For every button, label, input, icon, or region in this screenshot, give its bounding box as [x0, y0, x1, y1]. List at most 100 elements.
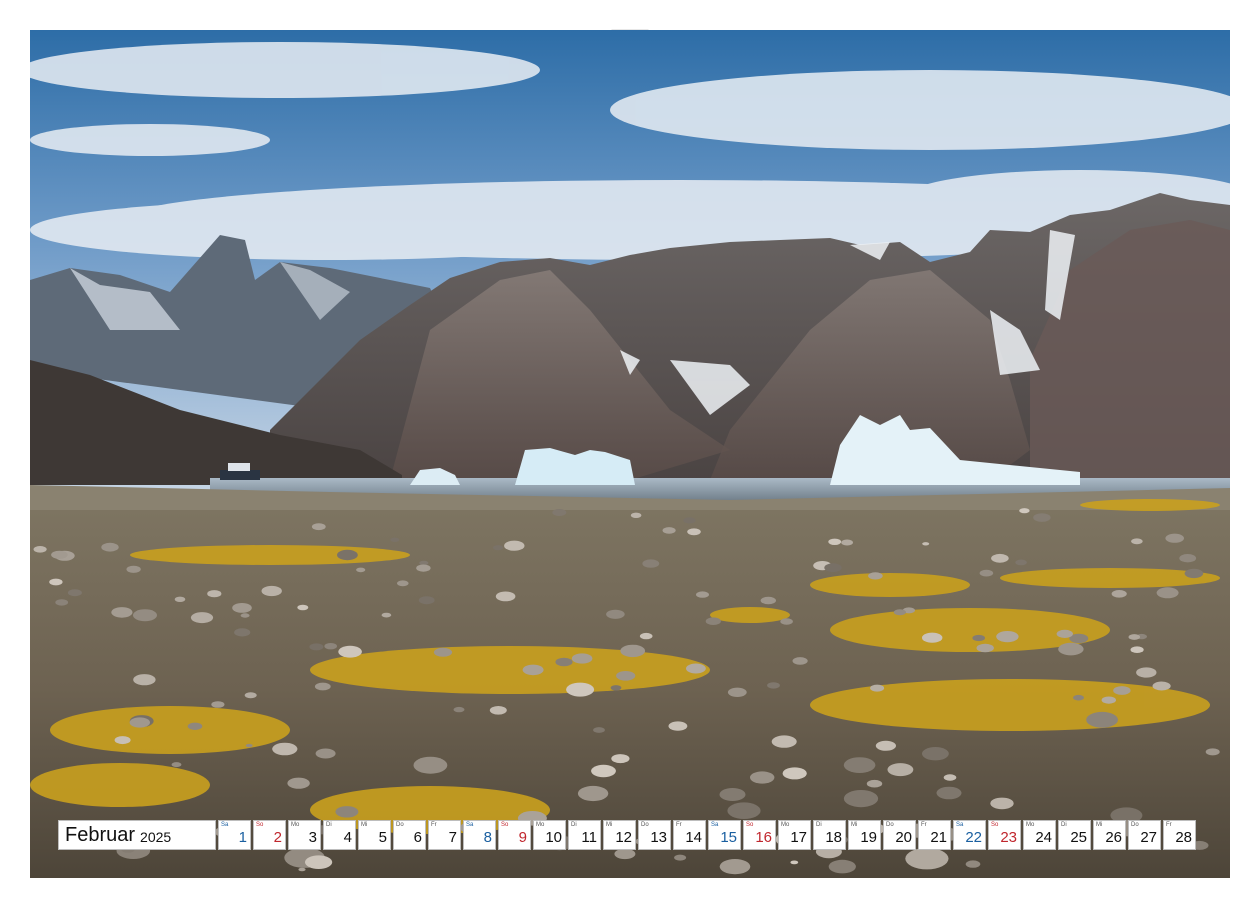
- rock: [114, 736, 131, 745]
- rock: [245, 743, 253, 748]
- rock: [760, 596, 776, 605]
- rock: [1165, 533, 1184, 543]
- rock: [232, 603, 252, 613]
- day-number: 3: [308, 829, 317, 846]
- rock: [616, 671, 636, 681]
- day-number: 26: [1105, 829, 1122, 846]
- day-number: 16: [755, 829, 772, 846]
- month-year: 2025: [140, 829, 172, 845]
- day-number: 20: [895, 829, 912, 846]
- day-number: 11: [581, 829, 597, 846]
- rock: [843, 757, 876, 773]
- rock: [126, 565, 141, 573]
- rock: [719, 859, 751, 875]
- rock: [298, 867, 306, 872]
- day-cell: Mi 5: [358, 820, 391, 850]
- weekday-label: Mi: [606, 822, 613, 828]
- rock: [870, 684, 885, 692]
- rock: [240, 613, 250, 618]
- rock: [1128, 634, 1141, 640]
- rock: [611, 754, 630, 764]
- rock: [642, 559, 660, 568]
- day-cell: Do 6: [393, 820, 426, 850]
- rock: [630, 512, 642, 518]
- rock: [1058, 642, 1084, 656]
- rock: [49, 578, 63, 586]
- rock: [606, 609, 625, 619]
- rock: [324, 643, 338, 650]
- rock: [418, 596, 435, 605]
- rock: [990, 797, 1014, 810]
- weekday-label: Do: [396, 822, 404, 828]
- rock: [686, 663, 706, 674]
- day-cell: Di 4: [323, 820, 356, 850]
- rock: [287, 777, 310, 789]
- weekday-label: Do: [641, 822, 649, 828]
- rock: [297, 604, 309, 611]
- day-cell: Mi 26: [1093, 820, 1126, 850]
- rock: [991, 553, 1009, 563]
- rock: [893, 609, 907, 616]
- day-number: 22: [965, 829, 982, 846]
- weekday-label: So: [991, 822, 999, 828]
- rock: [190, 612, 214, 624]
- rock: [683, 517, 696, 524]
- rock: [687, 528, 701, 536]
- rock: [593, 727, 605, 733]
- rock: [55, 599, 69, 606]
- day-number: 7: [448, 829, 457, 846]
- weekday-label: Sa: [711, 822, 719, 828]
- weekday-label: Mo: [781, 822, 790, 828]
- rock: [311, 523, 326, 531]
- rock: [868, 572, 883, 580]
- weekday-label: Fr: [431, 822, 437, 828]
- rock: [719, 788, 746, 801]
- day-number: 24: [1035, 829, 1052, 846]
- rock: [453, 706, 465, 713]
- day-number: 5: [378, 829, 387, 846]
- rock: [133, 609, 157, 622]
- rock: [577, 785, 609, 802]
- rock: [272, 742, 298, 756]
- rock: [1111, 590, 1127, 598]
- weekday-label: Sa: [466, 822, 474, 828]
- rock: [1205, 748, 1220, 756]
- rock: [1086, 711, 1118, 728]
- day-number: 21: [930, 829, 947, 846]
- day-number: 17: [790, 829, 807, 846]
- day-cell: Mo 10: [533, 820, 566, 850]
- rock: [996, 631, 1019, 643]
- rock: [492, 545, 504, 551]
- rock: [922, 747, 949, 761]
- rock: [571, 653, 593, 664]
- rock: [211, 701, 225, 708]
- rock: [309, 643, 324, 651]
- day-number: 9: [518, 829, 527, 846]
- weekday-label: So: [256, 822, 264, 828]
- weekday-label: So: [501, 822, 509, 828]
- rock: [522, 664, 544, 676]
- rock: [767, 682, 780, 689]
- rock: [843, 790, 879, 808]
- calendar-strip: Februar 2025 Sa 1 So 2 Mo 3 Di 4 Mi 5 Do 6 Fr 7 Sa 8 So 9…: [58, 820, 1204, 850]
- day-number: 12: [615, 829, 632, 846]
- rock: [397, 580, 409, 587]
- rock: [905, 847, 949, 870]
- rock: [337, 549, 358, 561]
- rock: [780, 618, 793, 625]
- rock: [782, 767, 807, 780]
- rock: [1033, 513, 1051, 522]
- day-number: 6: [413, 829, 422, 846]
- rock: [828, 859, 856, 874]
- day-cell: Mi 12: [603, 820, 636, 850]
- rock: [1015, 559, 1027, 566]
- weekday-label: Mi: [851, 822, 858, 828]
- day-cell: Do 13: [638, 820, 671, 850]
- rock: [674, 854, 687, 861]
- weekday-label: Mo: [536, 822, 545, 828]
- rock: [1019, 508, 1030, 514]
- rock: [841, 539, 853, 546]
- rock: [413, 756, 448, 774]
- day-cell: Sa 22: [953, 820, 986, 850]
- weekday-label: Mo: [1026, 822, 1035, 828]
